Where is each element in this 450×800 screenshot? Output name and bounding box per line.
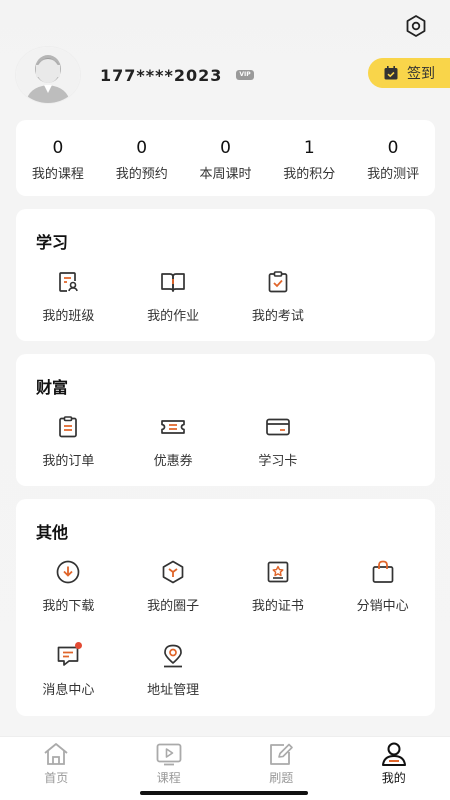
item-label: 我的班级: [42, 309, 95, 324]
item-label: 分销中心: [356, 599, 409, 614]
my-certificate-button[interactable]: 我的证书: [226, 557, 331, 641]
stat-label: 我的预约: [115, 166, 168, 182]
unread-badge: [75, 642, 82, 649]
other-section: 其他 我的下载 我的圈子 我的证书 分销中心 消息中心 地址管理: [16, 499, 435, 716]
my-class-button[interactable]: 我的班级: [16, 267, 121, 351]
study-card-button[interactable]: 学习卡: [226, 412, 331, 496]
item-label: 我的订单: [42, 454, 95, 469]
tab-mine[interactable]: 我的: [338, 737, 450, 800]
stats-card: 0 我的课程 0 我的预约 0 本周课时 1 我的积分 0 我的测评: [16, 120, 435, 196]
study-section: 学习 我的班级 我的作业 我的考试: [16, 209, 435, 341]
settings-icon: [406, 15, 426, 37]
class-icon: [59, 272, 79, 292]
message-center-button[interactable]: 消息中心: [16, 641, 121, 725]
stat-assessments[interactable]: 0 我的测评: [351, 135, 435, 182]
tab-label: 首页: [44, 771, 69, 785]
my-download-button[interactable]: 我的下载: [16, 557, 121, 641]
section-title: 财富: [36, 378, 69, 397]
tab-label: 刷题: [269, 771, 294, 785]
my-homework-button[interactable]: 我的作业: [121, 267, 226, 351]
my-circle-button[interactable]: 我的圈子: [121, 557, 226, 641]
edit-icon: [270, 743, 294, 765]
sign-in-label: 签到: [407, 66, 435, 82]
item-label: 我的作业: [147, 309, 200, 324]
stat-appointments[interactable]: 0 我的预约: [100, 135, 184, 182]
sign-in-button[interactable]: 签到: [368, 58, 450, 88]
coupon-button[interactable]: 优惠券: [121, 412, 226, 496]
item-label: 我的圈子: [147, 599, 200, 614]
item-label: 我的证书: [251, 599, 304, 614]
profile-header: 177****2023 VIP 签到: [16, 46, 450, 104]
avatar-icon: [16, 47, 80, 103]
stat-value: 1: [303, 137, 315, 158]
certificate-icon: [267, 561, 289, 583]
home-icon: [44, 743, 68, 765]
order-icon: [59, 416, 78, 438]
distribution-center-button[interactable]: 分销中心: [330, 557, 435, 641]
section-title: 其他: [36, 523, 69, 542]
download-icon: [57, 560, 80, 584]
username: 177****2023: [100, 65, 223, 85]
stat-points[interactable]: 1 我的积分: [267, 135, 351, 182]
stat-week-hours[interactable]: 0 本周课时: [184, 135, 268, 182]
item-label: 地址管理: [147, 683, 200, 698]
stat-value: 0: [220, 137, 231, 158]
calendar-icon: [384, 66, 398, 80]
address-management-button[interactable]: 地址管理: [121, 641, 226, 725]
stat-value: 0: [136, 137, 148, 158]
item-label: 我的考试: [251, 309, 304, 324]
user-icon: [381, 742, 406, 766]
avatar[interactable]: [16, 47, 80, 103]
bag-icon: [372, 560, 393, 583]
tab-label: 课程: [156, 771, 181, 785]
play-icon: [156, 743, 182, 766]
stat-label: 我的测评: [367, 166, 420, 182]
item-label: 消息中心: [42, 683, 95, 698]
stat-label: 本周课时: [199, 166, 252, 182]
coupon-icon: [161, 420, 185, 434]
stat-courses[interactable]: 0 我的课程: [16, 135, 100, 182]
stat-value: 0: [52, 137, 64, 158]
section-title: 学习: [36, 233, 69, 252]
item-label: 我的下载: [42, 599, 95, 614]
wealth-section: 财富 我的订单 优惠券 学习卡: [16, 354, 435, 486]
tab-label: 我的: [381, 771, 406, 785]
stat-value: 0: [387, 137, 399, 158]
stat-label: 我的积分: [283, 166, 336, 182]
item-label: 优惠券: [153, 454, 193, 469]
item-label: 学习卡: [258, 454, 298, 469]
exam-icon: [268, 271, 288, 293]
tab-home[interactable]: 首页: [0, 737, 113, 800]
my-exam-button[interactable]: 我的考试: [226, 267, 331, 351]
my-order-button[interactable]: 我的订单: [16, 412, 121, 496]
homework-icon: [161, 273, 185, 292]
vip-badge: VIP: [236, 70, 254, 80]
location-icon: [164, 644, 183, 668]
stat-label: 我的课程: [31, 166, 84, 182]
home-indicator: [140, 791, 308, 795]
card-icon: [266, 418, 290, 436]
settings-button[interactable]: [402, 12, 430, 40]
circle-icon: [162, 560, 184, 584]
